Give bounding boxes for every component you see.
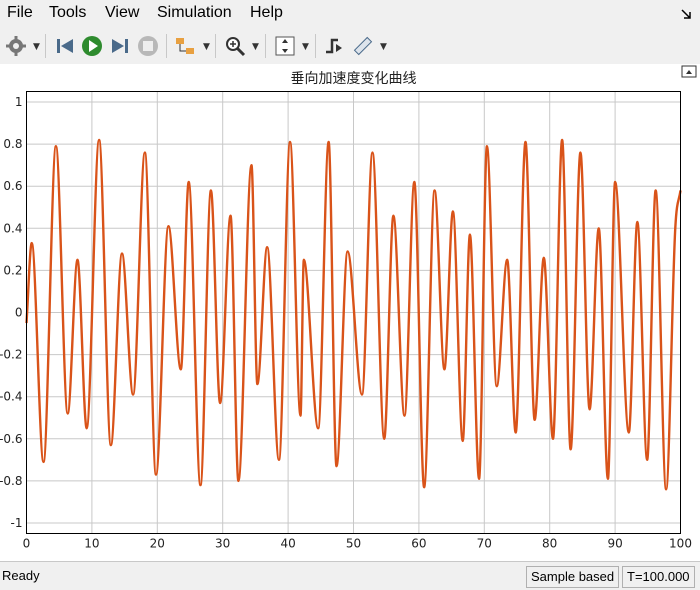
x-tick-label: 80 [542,537,557,551]
measurements-dropdown-icon[interactable]: ▼ [380,42,387,52]
y-tick-label: 0.4 [3,221,22,235]
menu-file[interactable]: File [7,4,33,22]
autoscale-dropdown-icon[interactable]: ▼ [302,42,309,52]
status-ready: Ready [2,568,40,583]
toolbar-separator [215,34,216,58]
signal-selector-icon[interactable] [173,34,197,58]
y-tick-label: -0.6 [0,432,23,446]
step-forward-icon[interactable] [108,34,132,58]
step-back-icon[interactable] [53,34,77,58]
y-tick-label: 0.8 [3,137,22,151]
y-tick-label: -0.4 [0,390,23,404]
y-tick-label: 0.2 [3,263,22,277]
status-sample-mode: Sample based [526,566,620,588]
zoom-in-icon[interactable] [223,34,247,58]
gear-icon[interactable] [4,34,28,58]
x-tick-label: 20 [150,537,165,551]
x-tick-label: 90 [607,537,622,551]
toolbar-separator [166,34,167,58]
x-tick-label: 0 [23,537,31,551]
line-chart[interactable]: 垂向加速度变化曲线 0 10 20 30 40 50 60 70 80 90 100-1-0.8-0… [0,64,700,561]
toolbar-separator [45,34,46,58]
menu-view[interactable]: View [105,4,139,22]
undock-arrow-icon[interactable] [680,8,692,20]
x-tick-label: 60 [411,537,426,551]
status-bar: Ready Sample based T=100.000 [0,561,700,590]
plot-area: 垂向加速度变化曲线 0 10 20 30 40 50 60 70 80 90 100 -1 -0.8 -0… [0,64,700,561]
x-tick-label: 40 [280,537,295,551]
signal-selector-dropdown-icon[interactable]: ▼ [203,42,210,52]
status-sim-time: T=100.000 [622,566,695,588]
x-tick-label: 10 [84,537,99,551]
menu-help[interactable]: Help [250,4,283,22]
toolbar-separator [315,34,316,58]
autoscale-icon[interactable] [273,34,297,58]
y-tick-label: -0.8 [0,474,23,488]
menu-bar: File Tools View Simulation Help [0,0,700,28]
x-tick-label: 70 [477,537,492,551]
toolbar: ▼ ▼ ▼ ▼ ▼ [0,28,700,65]
toolbar-separator [265,34,266,58]
zoom-dropdown-icon[interactable]: ▼ [252,42,259,52]
menu-tools[interactable]: Tools [49,4,86,22]
y-tick-label: -0.2 [0,348,23,362]
triggers-icon[interactable] [322,34,346,58]
menu-simulation[interactable]: Simulation [157,4,232,22]
gear-dropdown-icon[interactable]: ▼ [33,42,40,52]
stop-icon[interactable] [136,34,160,58]
measurements-icon[interactable] [351,34,375,58]
x-tick-label: 100 [669,537,692,551]
run-icon[interactable] [80,34,104,58]
chart-title: 垂向加速度变化曲线 [291,71,417,87]
y-tick-label: 0 [15,306,23,320]
x-tick-label: 50 [346,537,361,551]
x-tick-label: 30 [215,537,230,551]
y-tick-label: 0.6 [3,179,22,193]
y-tick-label: -1 [11,516,23,530]
y-tick-label: 1 [15,95,23,109]
